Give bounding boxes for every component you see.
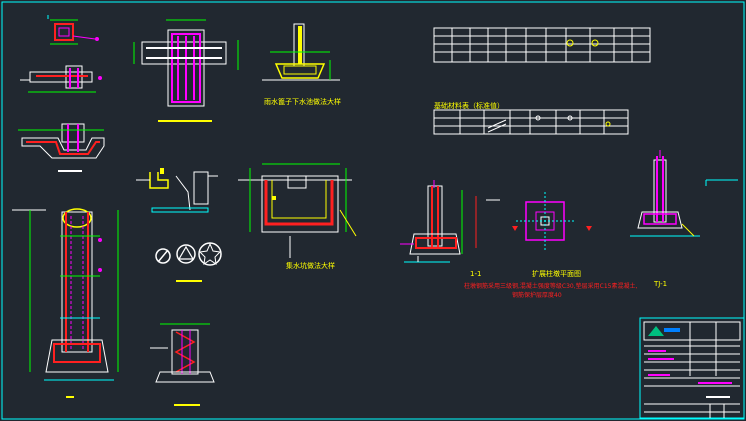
pier-note-1: 柱墩钢筋采用三级钢,混凝土强度等级C30,垫层采用C15素混凝土, <box>464 282 637 290</box>
caption-section-1-1: 1-1 <box>470 270 481 278</box>
caption-detail-a: 雨水篦子下水池做法大样 <box>264 97 341 106</box>
cad-drawing-canvas[interactable]: 雨水篦子下水池做法大样 集水坑做法大样 基础材料表（标准值） 1-1 扩展柱墩平… <box>0 0 746 421</box>
caption-table: 基础材料表（标准值） <box>434 101 504 110</box>
caption-pier-plan: 扩展柱墩平面图 <box>532 269 581 278</box>
pier-note-2: 钢筋保护层厚度40 <box>512 291 562 299</box>
caption-tj-1: TJ-1 <box>653 280 667 288</box>
caption-detail-b: 集水坑做法大样 <box>286 261 335 270</box>
